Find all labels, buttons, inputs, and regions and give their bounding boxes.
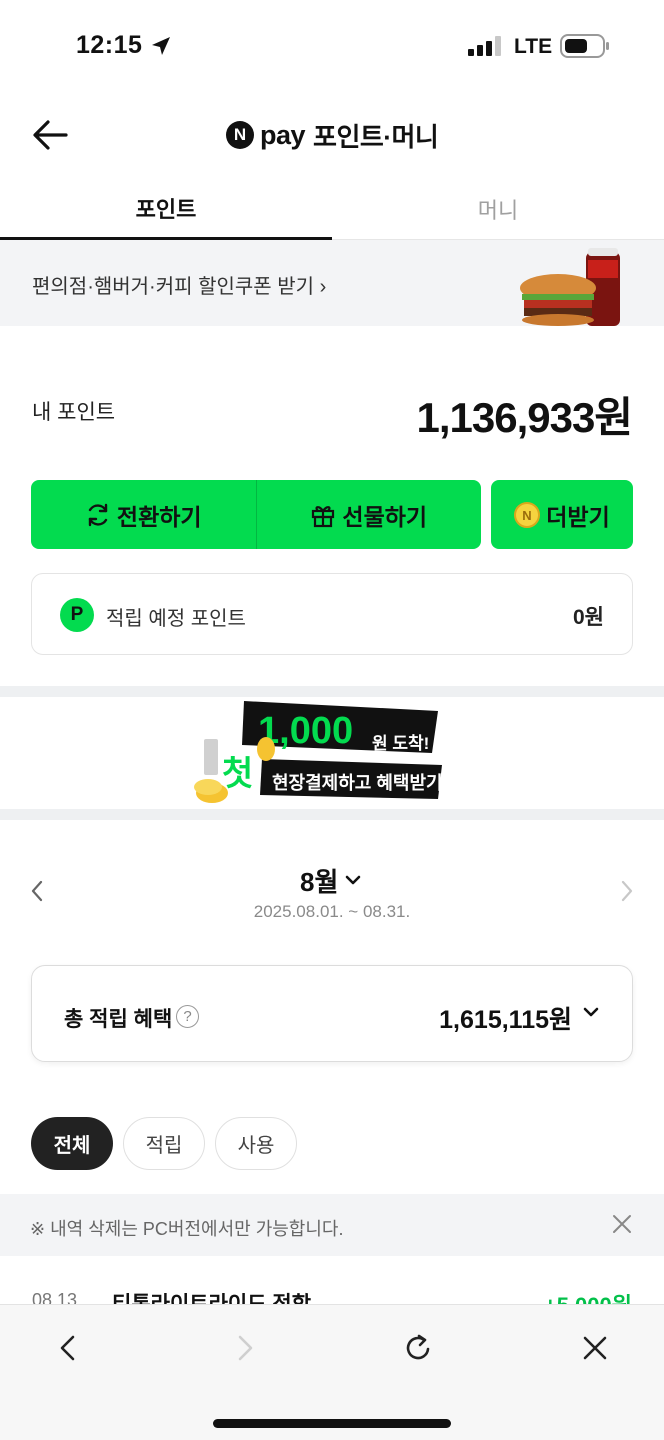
phone-shape [204, 739, 218, 775]
close-icon[interactable] [578, 1331, 612, 1365]
my-point-value: 1,136,933원 [416, 394, 633, 441]
gift-button[interactable]: 선물하기 [255, 480, 482, 549]
chevron-left-icon[interactable] [52, 1331, 86, 1365]
pending-point-label: 적립 예정 포인트 [106, 608, 246, 630]
total-benefit-value: 1,615,115원 [439, 1006, 572, 1034]
promo-subtitle: 현장결제하고 혜택받기 [272, 773, 443, 793]
pay-wordmark: pay [260, 119, 306, 150]
my-point-label: 내 포인트 [32, 401, 116, 424]
notice-text: ※ 내역 삭제는 PC버전에서만 가능합니다. [30, 1219, 344, 1239]
gift-button-label: 선물하기 [342, 503, 428, 530]
app-header: N pay 포인트·머니 [0, 92, 664, 178]
arrow-left-icon[interactable] [30, 116, 70, 154]
network-label: LTE [514, 35, 553, 58]
pending-point-box: P 적립 예정 포인트 0원 [31, 573, 633, 655]
month-selector[interactable]: 8월 [300, 862, 364, 899]
convert-button-label: 전환하기 [116, 503, 202, 530]
notice-bar: ※ 내역 삭제는 PC버전에서만 가능합니다. [0, 1194, 664, 1256]
promo-first: 첫 [222, 755, 253, 793]
history-amount: +5,000원 [544, 1288, 632, 1304]
history-title: 티톡라이트라이드 적합 [112, 1288, 311, 1304]
convert-button[interactable]: 전환하기 [31, 480, 256, 549]
signal-icon [468, 36, 501, 56]
status-bar: 12:15 LTE [0, 0, 664, 92]
chevron-down-icon [346, 875, 361, 884]
title-text: 포인트·머니 [313, 121, 439, 152]
coin-shape [194, 779, 222, 795]
point-badge-icon: P [60, 598, 94, 632]
close-icon[interactable] [612, 1214, 632, 1234]
location-arrow-icon [152, 37, 170, 55]
reload-icon[interactable] [402, 1331, 436, 1365]
battery-icon [560, 34, 609, 58]
total-benefit-box[interactable]: 총 적립 혜택 ? 1,615,115원 [31, 965, 633, 1062]
promo-banner[interactable]: 1,000 원 도착! 현장결제하고 혜택받기 첫 [0, 697, 664, 809]
tab-money[interactable]: 머니 [332, 178, 664, 240]
chevron-right-icon [238, 1335, 253, 1361]
coupon-banner[interactable]: 편의점·햄버거·커피 할인쿠폰 받기 › [0, 240, 664, 326]
promo-suffix: 원 도착! [372, 734, 429, 753]
prev-month-icon[interactable] [28, 878, 46, 904]
page-title: N pay 포인트·머니 [226, 116, 439, 154]
coin-icon: N [514, 501, 541, 528]
coupon-banner-text: 편의점·햄버거·커피 할인쿠폰 받기 › [32, 276, 327, 298]
coin-shape [257, 737, 275, 761]
filter-use[interactable]: 사용 [215, 1117, 297, 1170]
month-title: 8월 [300, 867, 339, 897]
section-divider [0, 686, 664, 697]
status-time: 12:15 [76, 31, 143, 59]
total-benefit-label: 총 적립 혜택 [64, 1008, 173, 1031]
chevron-down-icon [583, 1007, 599, 1017]
more-button[interactable]: N 더받기 [491, 480, 633, 549]
gift-icon [312, 505, 335, 527]
tab-point[interactable]: 포인트 [0, 178, 332, 240]
pending-point-value: 0원 [573, 606, 604, 629]
burger-cola-image [520, 248, 620, 326]
more-button-label: 더받기 [546, 503, 610, 530]
promo-graphic: 1,000 원 도착! 현장결제하고 혜택받기 첫 [194, 701, 443, 803]
month-range: 2025.08.01. ~ 08.31. [253, 902, 411, 921]
next-month-icon[interactable] [618, 878, 636, 904]
question-circle-icon[interactable]: ? [176, 1005, 199, 1028]
section-divider [0, 809, 664, 820]
naver-logo: N [226, 121, 254, 149]
tab-bar: 포인트 머니 [0, 178, 664, 240]
filter-all[interactable]: 전체 [31, 1117, 113, 1170]
filter-earn[interactable]: 적립 [123, 1117, 205, 1170]
refresh-icon [88, 503, 108, 526]
point-action-group: 전환하기 선물하기 [31, 480, 481, 549]
history-date: 08.13. [32, 1290, 83, 1304]
npay-points-page: 12:15 LTE N pay 포인트·머니 포인트 머니 편의점·햄버거·커피… [0, 0, 664, 1440]
svg-text:N: N [523, 508, 532, 523]
history-row[interactable]: 08.13. 티톡라이트라이드 적합 +5,000원 [0, 1256, 664, 1304]
home-indicator [213, 1419, 451, 1428]
browser-toolbar [0, 1304, 664, 1440]
